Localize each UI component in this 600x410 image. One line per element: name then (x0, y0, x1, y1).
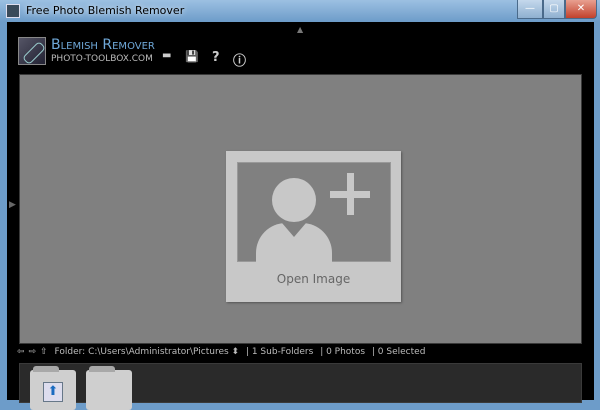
window-title: Free Photo Blemish Remover (26, 4, 185, 17)
info-icon[interactable]: ⓘ (233, 50, 246, 69)
app-icon (6, 4, 20, 18)
up-arrow-icon: ⬆ (43, 382, 63, 402)
add-person-icon (237, 162, 391, 263)
minimize-button[interactable]: — (517, 0, 543, 19)
folder-thumb[interactable] (86, 366, 132, 410)
expand-left-panel-arrow-icon[interactable]: ▶ (9, 200, 16, 210)
title-bar: Free Photo Blemish Remover — ▢ ✕ (0, 0, 600, 22)
folder-path-select[interactable]: Folder: C:\Users\Administrator\Pictures … (55, 347, 240, 357)
folder-path-bar: ⇦ ⇨ ⇧ Folder: C:\Users\Administrator\Pictu… (17, 347, 429, 357)
parent-folder-thumb[interactable]: ⬆ (30, 366, 76, 410)
open-image-button[interactable]: Open Image (226, 151, 401, 302)
open-folder-icon[interactable]: ▬ (162, 50, 171, 61)
up-folder-icon[interactable]: ⇧ (40, 347, 48, 357)
save-icon[interactable]: 💾 (185, 50, 199, 63)
thumbnail-browser: ⬆ (19, 363, 582, 410)
collapse-toolbar-arrow-icon[interactable]: ▲ (297, 25, 303, 34)
forward-arrow-icon[interactable]: ⇨ (29, 347, 37, 357)
photo-count: | 0 Photos (320, 347, 366, 357)
maximize-button[interactable]: ▢ (543, 0, 565, 19)
app-client: ▲ Blemish Remover PHOTO-TOOLBOX.COM ▬ 💾 … (7, 22, 594, 410)
logo-title: Blemish Remover (51, 37, 155, 53)
close-button[interactable]: ✕ (565, 0, 597, 19)
logo-subtitle: PHOTO-TOOLBOX.COM (51, 54, 153, 64)
help-icon[interactable]: ? (212, 50, 220, 65)
selected-count: | 0 Selected (371, 347, 426, 357)
back-arrow-icon[interactable]: ⇦ (17, 347, 25, 357)
image-canvas[interactable]: Open Image (19, 74, 582, 344)
bandage-logo-icon (18, 37, 46, 65)
subfolder-count: | 1 Sub-Folders (245, 347, 314, 357)
open-image-label: Open Image (276, 272, 351, 286)
